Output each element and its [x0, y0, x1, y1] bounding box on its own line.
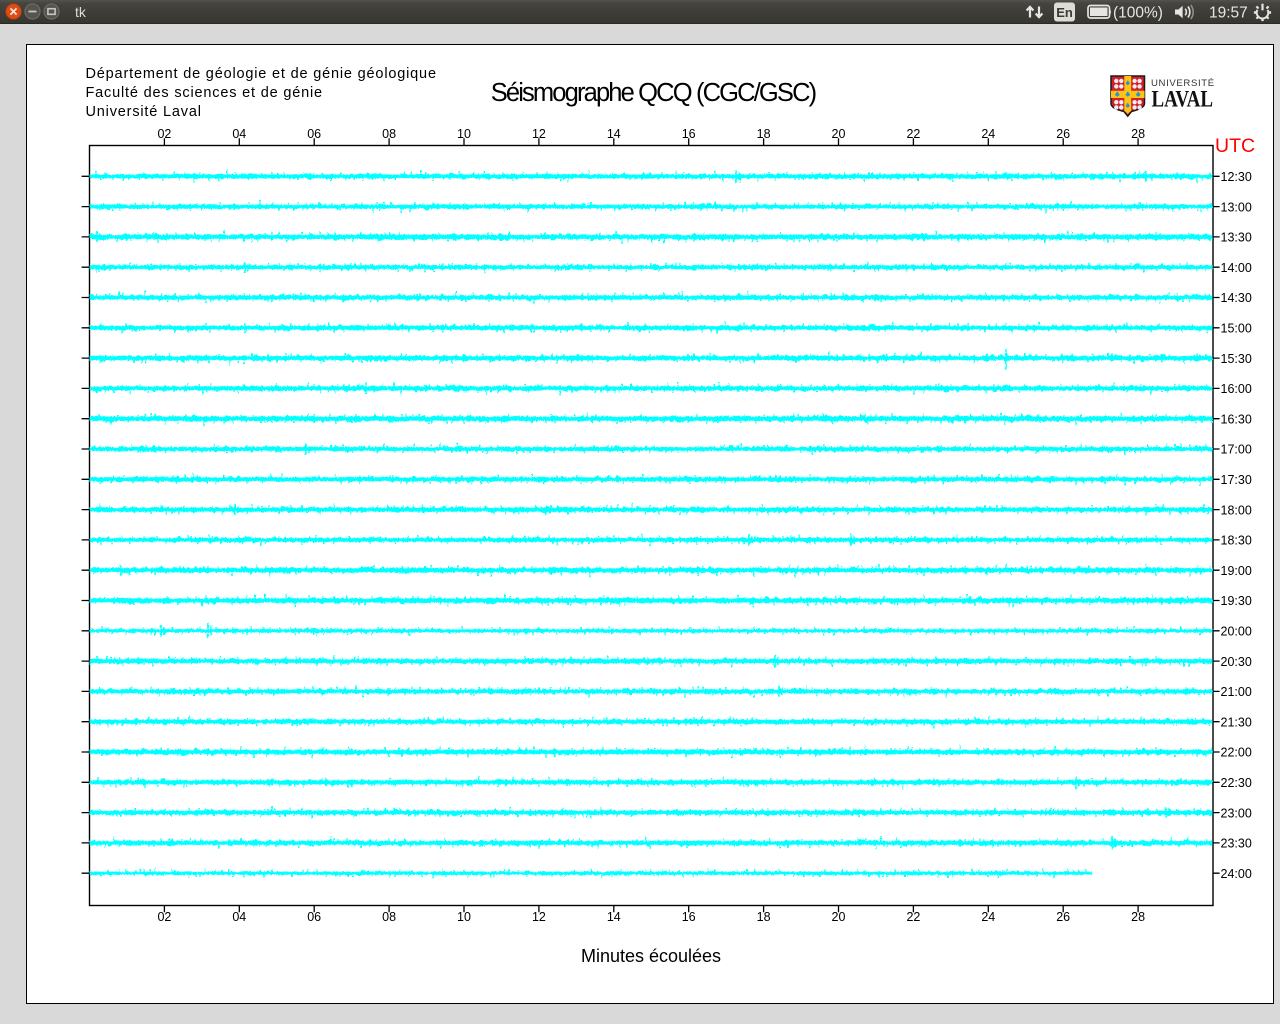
svg-text:08: 08 [382, 909, 396, 923]
svg-text:19:00: 19:00 [1221, 563, 1252, 577]
svg-text:En: En [1056, 5, 1073, 20]
svg-text:26: 26 [1056, 127, 1070, 141]
svg-text:15:30: 15:30 [1221, 351, 1252, 365]
svg-text:18:30: 18:30 [1221, 533, 1252, 547]
svg-text:04: 04 [232, 127, 246, 141]
svg-text:15:00: 15:00 [1221, 321, 1252, 335]
svg-text:18:00: 18:00 [1221, 503, 1252, 517]
svg-text:02: 02 [157, 909, 171, 923]
svg-text:16:30: 16:30 [1221, 412, 1252, 426]
svg-text:13:00: 13:00 [1221, 200, 1252, 214]
svg-text:tk: tk [75, 4, 87, 20]
svg-text:24: 24 [981, 909, 995, 923]
svg-text:(100%): (100%) [1113, 5, 1163, 22]
svg-text:10: 10 [457, 909, 471, 923]
svg-text:08: 08 [382, 127, 396, 141]
svg-text:18: 18 [757, 909, 771, 923]
svg-text:24: 24 [981, 127, 995, 141]
svg-text:19:30: 19:30 [1221, 594, 1252, 608]
svg-text:04: 04 [232, 909, 246, 923]
svg-text:13:30: 13:30 [1221, 230, 1252, 244]
svg-text:20:30: 20:30 [1221, 654, 1252, 668]
svg-text:02: 02 [157, 127, 171, 141]
svg-text:19:57: 19:57 [1209, 5, 1248, 22]
svg-text:21:30: 21:30 [1221, 715, 1252, 729]
svg-text:14:00: 14:00 [1221, 260, 1252, 274]
svg-text:22: 22 [906, 127, 920, 141]
svg-text:06: 06 [307, 127, 321, 141]
svg-text:14: 14 [607, 909, 621, 923]
svg-text:12: 12 [532, 909, 546, 923]
svg-text:22:30: 22:30 [1221, 776, 1252, 790]
svg-text:18: 18 [757, 127, 771, 141]
svg-text:28: 28 [1131, 909, 1145, 923]
svg-text:06: 06 [307, 909, 321, 923]
svg-text:16: 16 [682, 127, 696, 141]
svg-text:24:00: 24:00 [1221, 866, 1252, 880]
svg-text:12: 12 [532, 127, 546, 141]
svg-text:22: 22 [906, 909, 920, 923]
svg-text:16: 16 [682, 909, 696, 923]
svg-text:17:30: 17:30 [1221, 473, 1252, 487]
svg-text:14:30: 14:30 [1221, 291, 1252, 305]
svg-text:14: 14 [607, 127, 621, 141]
svg-text:10: 10 [457, 127, 471, 141]
svg-text:28: 28 [1131, 127, 1145, 141]
svg-text:26: 26 [1056, 909, 1070, 923]
svg-text:23:30: 23:30 [1221, 836, 1252, 850]
svg-text:20: 20 [832, 909, 846, 923]
svg-text:20:00: 20:00 [1221, 624, 1252, 638]
svg-text:20: 20 [832, 127, 846, 141]
svg-text:22:00: 22:00 [1221, 745, 1252, 759]
svg-text:21:00: 21:00 [1221, 685, 1252, 699]
svg-text:16:00: 16:00 [1221, 382, 1252, 396]
svg-text:23:00: 23:00 [1221, 806, 1252, 820]
svg-text:12:30: 12:30 [1221, 170, 1252, 184]
svg-text:17:00: 17:00 [1221, 442, 1252, 456]
